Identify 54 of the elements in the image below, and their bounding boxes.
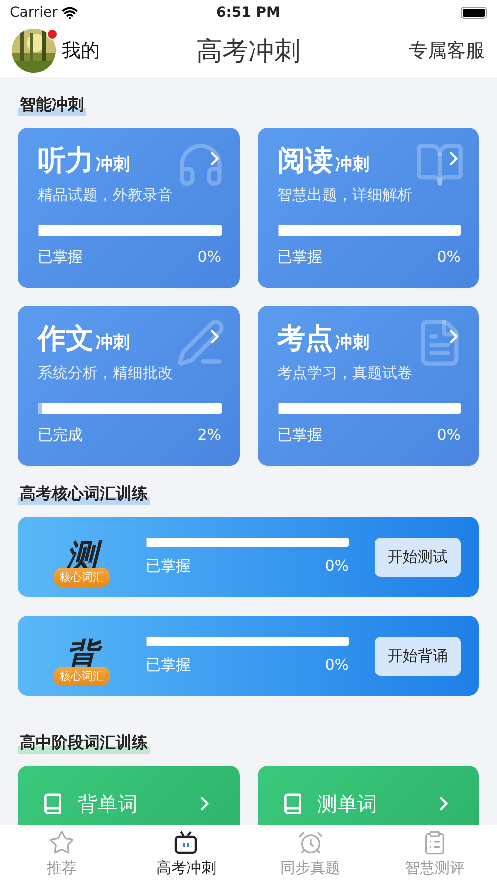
course-card[interactable]: 听力 冲刺 精品试题，外教录音 已掌握 0% xyxy=(18,128,240,288)
progress-percent: 0% xyxy=(437,248,461,267)
book-icon xyxy=(282,793,304,815)
progress-percent: 0% xyxy=(325,557,349,576)
word-tile[interactable]: 背单词 xyxy=(18,766,240,825)
start-button[interactable]: 开始测试 xyxy=(375,538,461,576)
book-icon xyxy=(42,793,64,815)
progress-label: 已掌握 xyxy=(278,426,322,445)
tab[interactable]: 高考冲刺 xyxy=(124,825,248,883)
progress-label: 已掌握 xyxy=(38,248,83,267)
tab[interactable]: 推荐 xyxy=(0,825,124,883)
card-subtitle: 系统分析，精细批改 xyxy=(38,364,174,383)
tab[interactable]: 同步真题 xyxy=(248,825,373,883)
section-title: 高考核心词汇训练 xyxy=(18,484,150,505)
progress-percent: 2% xyxy=(198,426,222,445)
course-card[interactable]: 阅读冲刺 智慧出题，详细解析 已掌握 0% xyxy=(258,128,479,288)
pencil-icon xyxy=(176,318,226,368)
tab[interactable]: 智慧测评 xyxy=(372,825,497,883)
alarm-clock-icon xyxy=(298,830,324,856)
tile-label: 背单词 xyxy=(78,790,138,818)
progress-label: 已掌握 xyxy=(146,557,191,576)
progress-label: 已掌握 xyxy=(278,248,322,267)
card-subtitle: 精品试题，外教录音 xyxy=(38,186,174,205)
status-time: 6:51 PM xyxy=(216,4,280,20)
word-tile[interactable]: 测单词 xyxy=(258,766,479,825)
carrier-label: Carrier xyxy=(10,4,58,20)
card-title: 阅读 xyxy=(278,143,334,179)
progress-percent: 0% xyxy=(437,426,461,445)
profile-link[interactable]: 我的 xyxy=(62,38,100,64)
card-title-suffix: 冲刺 xyxy=(96,332,130,354)
card-title-suffix: 冲刺 xyxy=(336,154,370,176)
card-title-suffix: 冲刺 xyxy=(336,332,370,354)
card-title: 听力 xyxy=(38,143,94,179)
progress-percent: 0% xyxy=(325,656,349,675)
tile-label: 测单词 xyxy=(318,790,378,818)
card-subtitle: 智慧出题，详细解析 xyxy=(278,186,414,205)
card-title: 作文 xyxy=(38,321,94,357)
start-button[interactable]: 开始背诵 xyxy=(375,636,461,676)
course-card[interactable]: 作文冲刺 系统分析，精细批改 已完成 2% xyxy=(18,306,240,466)
star-icon xyxy=(49,830,76,856)
progress-label: 已完成 xyxy=(38,426,83,445)
progress-label: 已掌握 xyxy=(146,656,191,675)
card-subtitle: 考点学习，真题试卷 xyxy=(278,364,414,383)
page-title: 高考冲刺 xyxy=(196,36,300,68)
service-link[interactable]: 专属客服 xyxy=(409,38,485,64)
section-title: 智能冲刺 xyxy=(18,95,86,116)
tv-icon xyxy=(173,830,200,856)
wifi-icon xyxy=(62,4,78,20)
card-title-suffix: 冲刺 xyxy=(96,154,130,176)
section-title: 高中阶段词汇训练 xyxy=(18,733,150,754)
course-card[interactable]: 考点冲刺 考点学习，真题试卷 已掌握 0% xyxy=(258,306,479,466)
battery-icon xyxy=(460,6,487,18)
card-title: 考点 xyxy=(278,321,334,357)
progress-percent: 0% xyxy=(198,248,222,267)
